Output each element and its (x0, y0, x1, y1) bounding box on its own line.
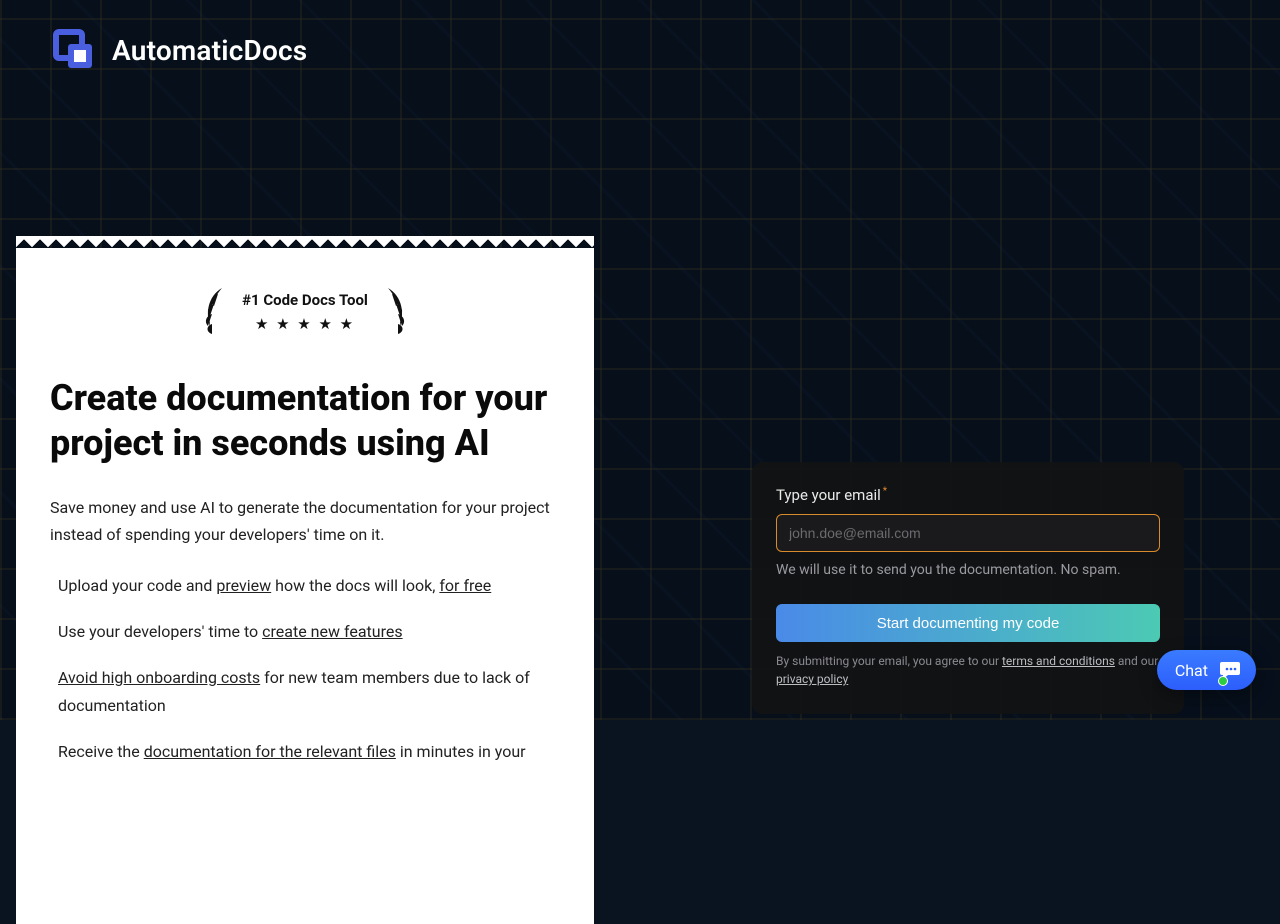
hero-subhead: Save money and use AI to generate the do… (50, 494, 560, 548)
chat-bubble-icon (1218, 658, 1242, 682)
chat-online-dot-icon (1218, 676, 1228, 686)
feature-item: Use your developers' time to create new … (50, 618, 560, 646)
privacy-link[interactable]: privacy policy (776, 672, 848, 686)
badge-title: #1 Code Docs Tool (242, 291, 368, 309)
terms-link[interactable]: terms and conditions (1002, 654, 1115, 668)
laurel-left-icon (198, 284, 230, 340)
chat-widget-button[interactable]: Chat (1157, 650, 1256, 690)
email-input[interactable] (776, 514, 1160, 552)
brand-name: AutomaticDocs (112, 34, 307, 67)
feature-item: Avoid high onboarding costs for new team… (50, 664, 560, 720)
submit-button[interactable]: Start documenting my code (776, 604, 1160, 642)
hero-headline: Create documentation for your project in… (50, 376, 560, 466)
feature-item: Receive the documentation for the releva… (50, 738, 560, 766)
badge-stars: ★ ★ ★ ★ ★ (242, 315, 368, 333)
laurel-right-icon (380, 284, 412, 340)
hero-card: #1 Code Docs Tool ★ ★ ★ ★ ★ Create docum… (16, 248, 594, 924)
legal-text: By submitting your email, you agree to o… (776, 652, 1160, 688)
chat-label: Chat (1175, 661, 1208, 680)
email-label: Type your email* (776, 486, 1160, 504)
brand-logo-icon (52, 28, 96, 72)
award-badge: #1 Code Docs Tool ★ ★ ★ ★ ★ (50, 284, 560, 340)
email-form-card: Type your email* We will use it to send … (752, 462, 1184, 714)
feature-item: Upload your code and preview how the doc… (50, 572, 560, 600)
email-hint: We will use it to send you the documenta… (776, 562, 1160, 578)
feature-list: Upload your code and preview how the doc… (50, 572, 560, 766)
header: AutomaticDocs (0, 0, 1280, 100)
